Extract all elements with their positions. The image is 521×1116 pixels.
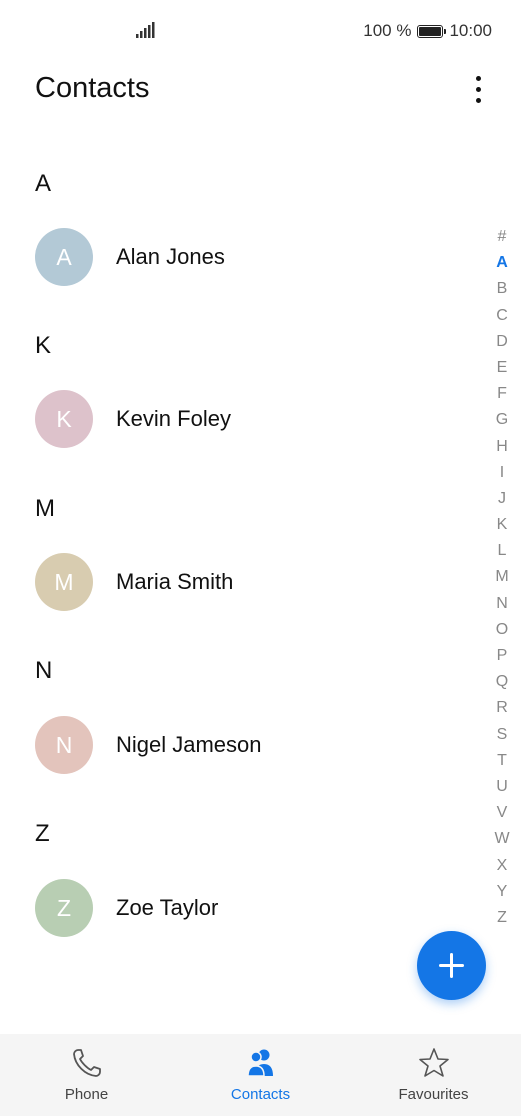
alphabet-index-letter[interactable]: W <box>490 826 514 852</box>
nav-label: Contacts <box>230 1086 291 1103</box>
battery-percentage: 100 % <box>363 21 412 40</box>
page-title: Contacts <box>35 72 150 104</box>
battery-icon <box>417 24 447 38</box>
contact-row[interactable]: N Nigel Jameson <box>0 705 470 785</box>
contact-name: Zoe Taylor <box>116 895 219 920</box>
status-bar: 100 % 10:00 <box>0 0 521 60</box>
alphabet-index-letter[interactable]: V <box>490 800 514 826</box>
alphabet-index-letter[interactable]: E <box>490 355 514 381</box>
alphabet-index-letter[interactable]: X <box>490 853 514 879</box>
signal-icon <box>136 22 155 38</box>
section-header: Z <box>35 820 50 847</box>
section-header: A <box>35 170 52 197</box>
alphabet-index-letter[interactable]: O <box>490 617 514 643</box>
contacts-icon <box>247 1049 273 1077</box>
alphabet-index-letter[interactable]: C <box>490 303 514 329</box>
alphabet-index-letter[interactable]: N <box>490 591 514 617</box>
alphabet-index-letter[interactable]: B <box>490 276 514 302</box>
alphabet-index-letter[interactable]: # <box>490 224 514 250</box>
alphabet-index-letter[interactable]: J <box>490 486 514 512</box>
contact-row[interactable]: M Maria Smith <box>0 542 470 622</box>
alphabet-index[interactable]: # A B C D E F G H I J K L M N O P Q R S T U V W X Y Z <box>490 224 514 931</box>
menu-dot-icon <box>476 76 481 81</box>
alphabet-index-letter[interactable]: Y <box>490 879 514 905</box>
nav-label: Favourites <box>398 1086 469 1103</box>
nav-label: Phone <box>64 1086 109 1103</box>
phone-icon <box>73 1049 101 1077</box>
avatar: N <box>35 716 93 774</box>
avatar: Z <box>35 879 93 937</box>
alphabet-index-letter[interactable]: S <box>490 722 514 748</box>
avatar: A <box>35 228 93 286</box>
section-header: N <box>35 657 53 684</box>
alphabet-index-letter[interactable]: P <box>490 643 514 669</box>
avatar: K <box>35 390 93 448</box>
alphabet-index-letter[interactable]: K <box>490 512 514 538</box>
contact-name: Maria Smith <box>116 569 234 594</box>
avatar: M <box>35 553 93 611</box>
contact-row[interactable]: K Kevin Foley <box>0 379 470 459</box>
alphabet-index-letter[interactable]: I <box>490 460 514 486</box>
alphabet-index-letter[interactable]: Q <box>490 669 514 695</box>
clock: 10:00 <box>449 21 492 40</box>
alphabet-index-letter[interactable]: T <box>490 748 514 774</box>
bottom-navigation: Phone Contacts Favourites <box>0 1034 521 1116</box>
contact-name: Kevin Foley <box>116 406 231 431</box>
menu-dot-icon <box>476 87 481 92</box>
star-icon <box>419 1048 449 1077</box>
alphabet-index-letter[interactable]: M <box>490 564 514 590</box>
more-options-button[interactable] <box>462 72 494 108</box>
contact-row[interactable]: Z Zoe Taylor <box>0 868 470 948</box>
alphabet-index-letter[interactable]: H <box>490 434 514 460</box>
add-contact-button[interactable] <box>417 931 486 1000</box>
alphabet-index-letter[interactable]: F <box>490 381 514 407</box>
nav-contacts[interactable]: Contacts <box>174 1034 347 1116</box>
alphabet-index-letter[interactable]: Z <box>490 905 514 931</box>
alphabet-index-letter[interactable]: A <box>490 250 514 276</box>
contact-name: Nigel Jameson <box>116 732 262 757</box>
section-header: K <box>35 332 52 359</box>
alphabet-index-letter[interactable]: D <box>490 329 514 355</box>
alphabet-index-letter[interactable]: U <box>490 774 514 800</box>
alphabet-index-letter[interactable]: L <box>490 538 514 564</box>
plus-icon <box>439 953 464 978</box>
section-header: M <box>35 495 55 522</box>
menu-dot-icon <box>476 98 481 103</box>
contact-name: Alan Jones <box>116 244 225 269</box>
nav-favourites[interactable]: Favourites <box>347 1034 520 1116</box>
nav-phone[interactable]: Phone <box>0 1034 173 1116</box>
contact-row[interactable]: A Alan Jones <box>0 217 470 297</box>
alphabet-index-letter[interactable]: G <box>490 407 514 433</box>
alphabet-index-letter[interactable]: R <box>490 695 514 721</box>
